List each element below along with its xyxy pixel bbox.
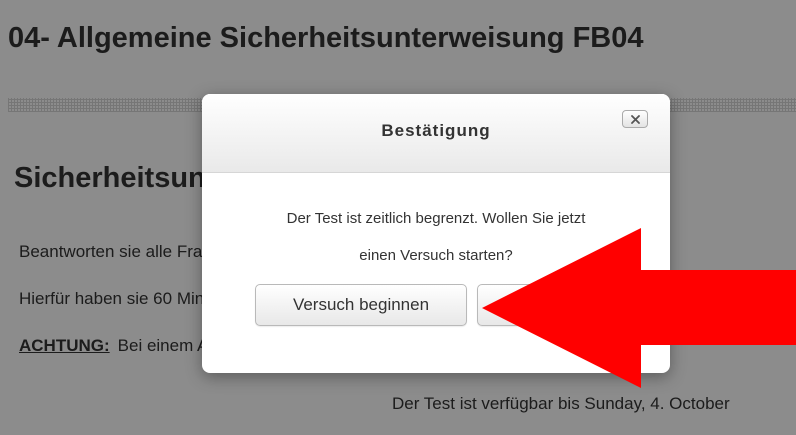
cancel-button[interactable]: Abbrechen (477, 284, 627, 326)
dialog-message: Der Test ist zeitlich begrenzt. Wollen S… (222, 200, 650, 274)
dialog-header: Bestätigung (202, 94, 670, 173)
close-icon (630, 114, 640, 124)
close-button[interactable] (622, 110, 648, 128)
dialog-message-line-1: Der Test ist zeitlich begrenzt. Wollen S… (286, 210, 586, 227)
dialog-title: Bestätigung (381, 121, 491, 140)
dialog-message-line-2: einen Versuch starten? (359, 247, 513, 264)
confirmation-dialog: Bestätigung Der Test ist zeitlich begren… (202, 94, 670, 373)
start-attempt-button[interactable]: Versuch beginnen (255, 284, 467, 326)
